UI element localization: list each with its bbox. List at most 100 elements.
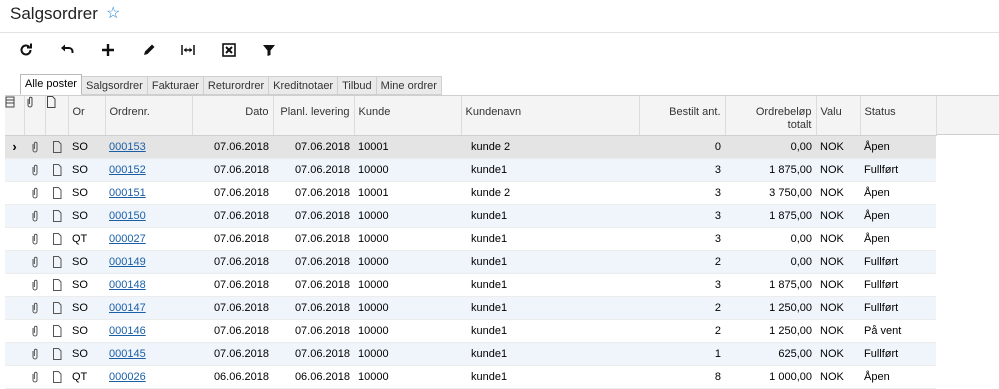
row-note-button[interactable]: [45, 227, 68, 251]
row-attachment-button[interactable]: [24, 181, 45, 205]
cell-status: Åpen: [860, 181, 936, 205]
column-header-planned-delivery[interactable]: Planl. levering: [273, 96, 355, 136]
cell-order-total: 0,00: [725, 227, 816, 251]
row-note-button[interactable]: [45, 204, 68, 228]
row-selector[interactable]: [5, 342, 24, 366]
tab-returordrer[interactable]: Returordrer: [203, 76, 270, 95]
export-excel-button[interactable]: [216, 38, 242, 62]
refresh-button[interactable]: [13, 38, 39, 62]
cell-ordered-qty: 2: [639, 250, 725, 274]
table-row[interactable]: SO 000147 07.06.2018 07.06.2018 10000 kunde1 2…: [5, 296, 936, 320]
column-header-order-total[interactable]: Ordrebeløp totalt: [725, 96, 817, 136]
cell-date: 06.06.2018: [192, 365, 273, 389]
column-header-currency[interactable]: Valu: [816, 96, 861, 136]
row-selector[interactable]: [5, 181, 24, 205]
table-row[interactable]: SO 000150 07.06.2018 07.06.2018 10000 kunde1 3…: [5, 204, 936, 228]
row-attachment-button[interactable]: [24, 250, 45, 274]
table-row[interactable]: SO 000146 07.06.2018 07.06.2018 10000 kunde1 2…: [5, 319, 936, 343]
cell-order-total: 1 875,00: [725, 273, 816, 297]
row-note-button[interactable]: [45, 296, 68, 320]
row-note-button[interactable]: [45, 250, 68, 274]
tab-salgsordrer[interactable]: Salgsordrer: [81, 76, 148, 95]
order-number-link[interactable]: 000148: [109, 279, 146, 291]
column-header-customer[interactable]: Kunde: [354, 96, 462, 136]
row-attachment-button[interactable]: [24, 319, 45, 343]
row-note-button[interactable]: [45, 273, 68, 297]
filter-button[interactable]: [256, 38, 282, 62]
column-header-order-nr[interactable]: Ordrenr.: [105, 96, 193, 136]
table-row[interactable]: SO 000149 07.06.2018 07.06.2018 10000 kunde1 2…: [5, 250, 936, 274]
table-row[interactable]: QT 000027 07.06.2018 07.06.2018 10000 kunde1 3…: [5, 227, 936, 251]
row-note-button[interactable]: [45, 319, 68, 343]
document-icon: [52, 278, 61, 291]
column-header-status[interactable]: Status: [860, 96, 937, 136]
column-header-customer-name[interactable]: Kundenavn: [461, 96, 640, 136]
favorite-star-icon[interactable]: ☆: [106, 3, 120, 23]
row-note-button[interactable]: [45, 158, 68, 182]
tab-fakturaer[interactable]: Fakturaer: [147, 76, 204, 95]
cell-type: SO: [68, 342, 105, 366]
table-row[interactable]: › SO 000153 07.06.2018 07.06.2018 10001 kunde …: [5, 135, 936, 159]
cell-customer: 10000: [354, 158, 461, 182]
column-header-type[interactable]: Or: [68, 96, 106, 136]
row-attachment-button[interactable]: [24, 135, 45, 159]
tab-alle-poster[interactable]: Alle poster: [20, 74, 82, 95]
order-number-link[interactable]: 000150: [109, 210, 146, 222]
cell-type: QT: [68, 227, 105, 251]
cell-ordered-qty: 3: [639, 181, 725, 205]
add-button[interactable]: [95, 38, 121, 62]
row-attachment-button[interactable]: [24, 365, 45, 389]
row-attachment-button[interactable]: [24, 204, 45, 228]
row-attachment-button[interactable]: [24, 342, 45, 366]
row-note-button[interactable]: [45, 181, 68, 205]
row-selector[interactable]: [5, 365, 24, 389]
column-header-ordered-qty[interactable]: Bestilt ant.: [639, 96, 726, 136]
row-selector[interactable]: [5, 273, 24, 297]
cell-ordered-qty: 2: [639, 296, 725, 320]
orders-grid: Or Ordrenr. Dato Planl. levering Kunde K…: [5, 95, 999, 389]
tab-kreditnotaer[interactable]: Kreditnotaer: [269, 76, 339, 95]
fit-width-button[interactable]: [175, 38, 201, 62]
cell-date: 07.06.2018: [192, 181, 273, 205]
order-number-link[interactable]: 000149: [109, 256, 146, 268]
row-selector[interactable]: [5, 204, 24, 228]
tab-tilbud[interactable]: Tilbud: [338, 76, 377, 95]
column-selector-header[interactable]: [5, 96, 25, 136]
row-attachment-button[interactable]: [24, 158, 45, 182]
order-number-link[interactable]: 000146: [109, 325, 146, 337]
table-row[interactable]: SO 000152 07.06.2018 07.06.2018 10000 kunde1 3…: [5, 158, 936, 182]
edit-button[interactable]: [136, 38, 162, 62]
order-number-link[interactable]: 000152: [109, 164, 146, 176]
row-selector[interactable]: [5, 250, 24, 274]
edit-icon: [144, 44, 155, 55]
undo-button[interactable]: [54, 38, 80, 62]
column-header-date[interactable]: Dato: [192, 96, 274, 136]
row-selector[interactable]: [5, 227, 24, 251]
order-number-link[interactable]: 000026: [109, 371, 146, 383]
row-selector[interactable]: [5, 296, 24, 320]
row-note-button[interactable]: [45, 135, 68, 159]
order-number-link[interactable]: 000145: [109, 348, 146, 360]
table-row[interactable]: QT 000026 06.06.2018 06.06.2018 10000 kunde1 8…: [5, 365, 936, 389]
order-number-link[interactable]: 000151: [109, 187, 146, 199]
order-number-link[interactable]: 000147: [109, 302, 146, 314]
table-row[interactable]: SO 000148 07.06.2018 07.06.2018 10000 kunde1 3…: [5, 273, 936, 297]
row-selector[interactable]: [5, 158, 24, 182]
row-attachment-button[interactable]: [24, 296, 45, 320]
row-selector[interactable]: [5, 319, 24, 343]
row-note-button[interactable]: [45, 342, 68, 366]
tab-mine-ordrer[interactable]: Mine ordrer: [376, 76, 442, 95]
row-note-button[interactable]: [45, 365, 68, 389]
table-row[interactable]: SO 000151 07.06.2018 07.06.2018 10001 kunde 2…: [5, 181, 936, 205]
order-number-link[interactable]: 000027: [109, 233, 146, 245]
cell-customer-name: kunde1: [461, 342, 639, 366]
paperclip-icon: [32, 233, 37, 245]
cell-type: SO: [68, 319, 105, 343]
cell-ordered-qty: 8: [639, 365, 725, 389]
attachment-column-header: [24, 96, 46, 136]
row-selector[interactable]: ›: [5, 135, 24, 159]
row-attachment-button[interactable]: [24, 227, 45, 251]
row-attachment-button[interactable]: [24, 273, 45, 297]
table-row[interactable]: SO 000145 07.06.2018 07.06.2018 10000 kunde1 1…: [5, 342, 936, 366]
order-number-link[interactable]: 000153: [109, 141, 146, 153]
